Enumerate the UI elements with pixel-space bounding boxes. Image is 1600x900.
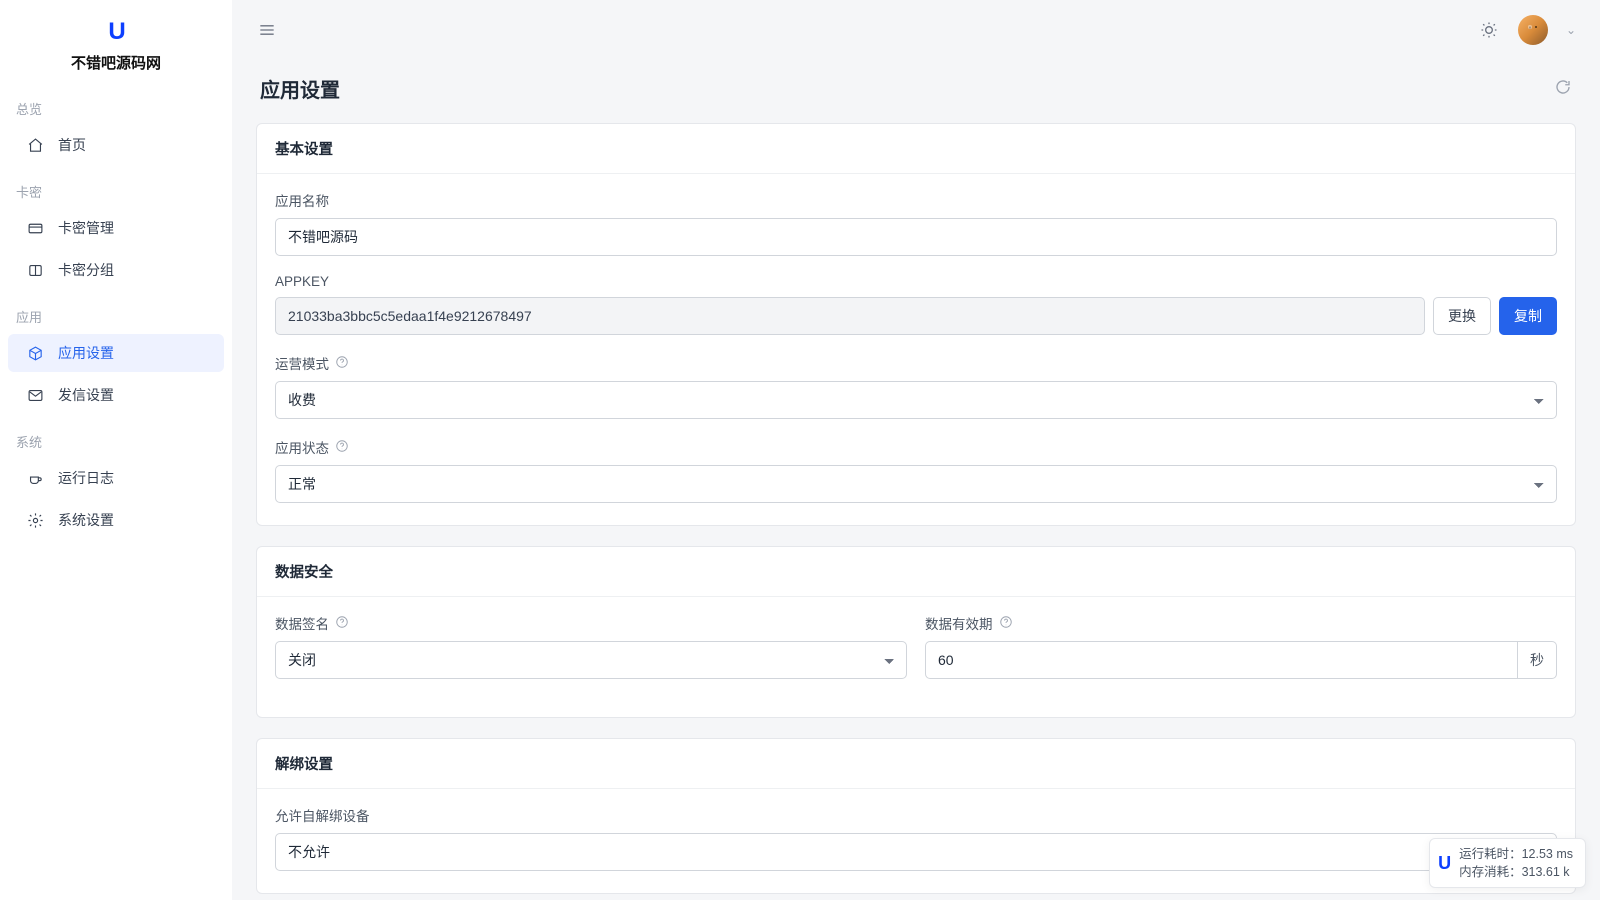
mode-select[interactable]: 收费 xyxy=(275,381,1557,419)
columns-icon xyxy=(26,261,44,279)
perf-time-label: 运行耗时： xyxy=(1459,847,1522,861)
sidebar-item-card-manage[interactable]: 卡密管理 xyxy=(8,209,224,247)
card-header: 基本设置 xyxy=(257,124,1575,174)
card-unbind-settings: 解绑设置 允许自解绑设备 不允许 xyxy=(256,738,1576,894)
sidebar-item-label: 应用设置 xyxy=(58,343,114,363)
nav-group-overview: 总览 xyxy=(0,83,232,124)
self-unbind-select[interactable]: 不允许 xyxy=(275,833,1557,871)
ttl-input[interactable] xyxy=(925,641,1518,679)
help-icon[interactable] xyxy=(335,439,349,456)
card-basic-settings: 基本设置 应用名称 APPKEY 更换 复制 xyxy=(256,123,1576,526)
card-data-security: 数据安全 数据签名 关闭 数据有效期 xyxy=(256,546,1576,718)
self-unbind-label: 允许自解绑设备 xyxy=(275,805,370,825)
ttl-label: 数据有效期 xyxy=(925,613,993,633)
gear-icon xyxy=(26,511,44,529)
sidebar-item-label: 发信设置 xyxy=(58,385,114,405)
home-icon xyxy=(26,136,44,154)
chevron-down-icon[interactable]: ⌄ xyxy=(1566,23,1576,37)
sidebar-item-system-settings[interactable]: 系统设置 xyxy=(8,501,224,539)
sidebar-item-home[interactable]: 首页 xyxy=(8,126,224,164)
sidebar-item-label: 系统设置 xyxy=(58,510,114,530)
sidebar-item-label: 卡密分组 xyxy=(58,260,114,280)
brand-name: 不错吧源码网 xyxy=(0,52,232,73)
perf-mem-value: 313.61 k xyxy=(1522,865,1570,879)
card-header: 解绑设置 xyxy=(257,739,1575,789)
sidebar-item-mail-settings[interactable]: 发信设置 xyxy=(8,376,224,414)
nav-group-app: 应用 xyxy=(0,291,232,332)
nav-group-cards: 卡密 xyxy=(0,166,232,207)
help-icon[interactable] xyxy=(335,355,349,372)
sidebar-item-label: 首页 xyxy=(58,135,86,155)
ttl-unit: 秒 xyxy=(1518,641,1557,679)
copy-appkey-button[interactable]: 复制 xyxy=(1499,297,1557,335)
nav-group-system: 系统 xyxy=(0,416,232,457)
perf-time-value: 12.53 ms xyxy=(1522,847,1573,861)
appkey-input[interactable] xyxy=(275,297,1425,335)
sign-label: 数据签名 xyxy=(275,613,329,633)
menu-toggle-button[interactable] xyxy=(256,19,278,41)
mode-label: 运营模式 xyxy=(275,353,329,373)
card-icon xyxy=(26,219,44,237)
perf-badge: U 运行耗时：12.53 ms 内存消耗：313.61 k xyxy=(1429,838,1586,888)
help-icon[interactable] xyxy=(335,615,349,632)
appkey-label: APPKEY xyxy=(275,274,329,289)
status-label: 应用状态 xyxy=(275,437,329,457)
box-icon xyxy=(26,344,44,362)
topbar: ⌄ xyxy=(232,0,1600,60)
sidebar-item-app-settings[interactable]: 应用设置 xyxy=(8,334,224,372)
coffee-icon xyxy=(26,469,44,487)
avatar[interactable] xyxy=(1518,15,1548,45)
refresh-button[interactable] xyxy=(1554,78,1572,99)
status-select[interactable]: 正常 xyxy=(275,465,1557,503)
main: ⌄ 应用设置 基本设置 应用名称 APPKEY xyxy=(232,0,1600,900)
theme-toggle-button[interactable] xyxy=(1478,19,1500,41)
help-icon[interactable] xyxy=(999,615,1013,632)
sidebar-item-label: 卡密管理 xyxy=(58,218,114,238)
content: 应用设置 基本设置 应用名称 APPKEY 更换 复 xyxy=(232,60,1600,900)
logo-icon: U xyxy=(1438,850,1449,876)
sidebar-item-card-group[interactable]: 卡密分组 xyxy=(8,251,224,289)
sidebar: U 不错吧源码网 总览 首页 卡密 卡密管理 卡密分组 应用 应用设置 发信设置… xyxy=(0,0,232,900)
logo-icon: U xyxy=(108,18,123,46)
change-appkey-button[interactable]: 更换 xyxy=(1433,297,1491,335)
card-header: 数据安全 xyxy=(257,547,1575,597)
app-name-label: 应用名称 xyxy=(275,190,329,210)
perf-mem-label: 内存消耗： xyxy=(1459,865,1522,879)
logo-area: U 不错吧源码网 xyxy=(0,0,232,83)
sign-select[interactable]: 关闭 xyxy=(275,641,907,679)
page-title: 应用设置 xyxy=(260,74,340,103)
sidebar-item-label: 运行日志 xyxy=(58,468,114,488)
sidebar-item-runtime-log[interactable]: 运行日志 xyxy=(8,459,224,497)
app-name-input[interactable] xyxy=(275,218,1557,256)
mail-icon xyxy=(26,386,44,404)
